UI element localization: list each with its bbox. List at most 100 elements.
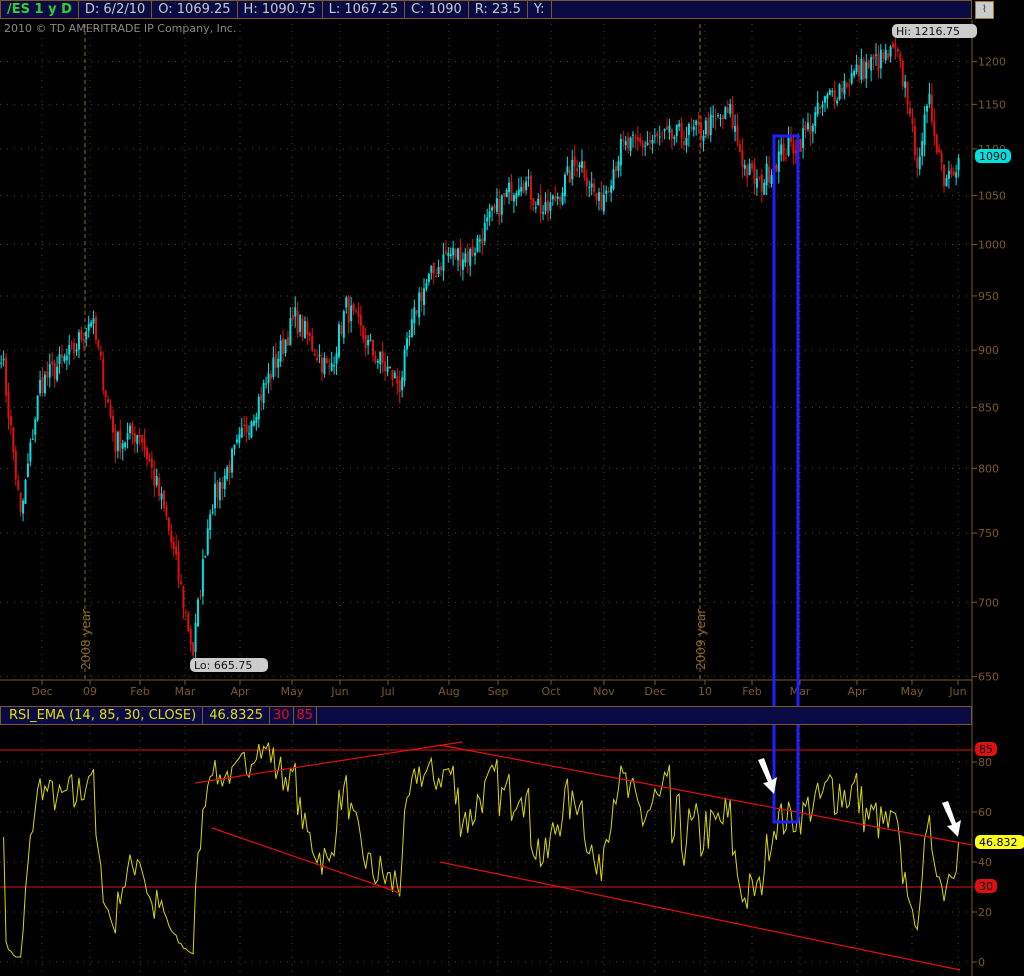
candle-body <box>97 340 100 348</box>
x-tick-label: Jul <box>380 685 394 698</box>
candle-body <box>296 310 299 334</box>
candle-body <box>260 394 263 401</box>
candle-body <box>712 115 715 117</box>
rsi-y-tick-label: 80 <box>978 756 992 769</box>
candle-body <box>819 106 822 110</box>
candle-body <box>588 187 591 189</box>
candle-body <box>933 120 936 136</box>
candle-body <box>896 49 899 52</box>
candle-body <box>554 196 557 201</box>
candle-body <box>770 175 773 184</box>
candle-body <box>629 137 632 152</box>
candle-body <box>197 599 200 627</box>
candle-body <box>432 262 435 274</box>
candle-body <box>29 442 32 462</box>
candle-body <box>233 444 236 449</box>
candle-body <box>228 464 231 473</box>
candle-body <box>299 314 302 332</box>
candle-body <box>527 176 530 179</box>
candle-body <box>930 95 933 122</box>
candle-body <box>267 373 270 384</box>
candle-body <box>133 433 136 443</box>
candle-body <box>644 145 647 147</box>
x-tick-label: Nov <box>593 685 615 698</box>
candle-body <box>872 55 875 60</box>
candle-body <box>865 61 868 79</box>
candle-body <box>563 174 566 197</box>
rsi-y-tick-label: 0 <box>978 956 985 969</box>
candle-body <box>337 324 340 358</box>
candle-body <box>821 104 824 108</box>
candle-body <box>211 511 214 513</box>
candle-body <box>656 133 659 137</box>
candle-body <box>678 123 681 127</box>
candle-body <box>906 81 909 105</box>
candle-body <box>753 165 756 184</box>
rsi-y-tick-label: 40 <box>978 856 992 869</box>
candle-body <box>68 345 71 355</box>
candle-body <box>673 136 676 139</box>
candle-body <box>262 382 265 404</box>
candle-body <box>184 611 187 613</box>
candle-body <box>622 139 625 142</box>
candle-body <box>141 435 144 443</box>
candle-body <box>457 248 460 261</box>
candle-body <box>610 185 613 193</box>
candle-body <box>379 351 382 365</box>
candle-body <box>811 125 814 132</box>
x-tick-label: 09 <box>83 685 97 698</box>
candle-body <box>627 137 630 149</box>
x-tick-label: 10 <box>698 685 712 698</box>
rsi-value: 46.8325 <box>203 707 270 724</box>
candle-body <box>600 191 603 210</box>
x-tick-label: Apr <box>847 685 867 698</box>
candle-body <box>34 419 37 435</box>
candle-body <box>240 427 243 438</box>
candle-body <box>277 358 280 368</box>
candle-body <box>48 363 51 378</box>
candle-body <box>955 172 958 178</box>
candle-body <box>870 57 873 71</box>
candle-body <box>175 546 178 555</box>
candle-body <box>371 339 374 356</box>
candle-body <box>826 94 829 99</box>
candle-body <box>221 482 224 489</box>
candle-body <box>218 481 221 501</box>
candle-body <box>649 140 652 143</box>
candle-body <box>661 133 664 135</box>
candle-body <box>427 274 430 282</box>
candle-body <box>702 135 705 142</box>
candle-body <box>668 125 671 133</box>
candle-body <box>284 339 287 354</box>
candle-body <box>862 60 865 80</box>
candle-body <box>2 359 5 361</box>
candle-body <box>680 123 683 139</box>
rsi-trendline <box>194 741 463 784</box>
candle-body <box>525 181 528 191</box>
candle-body <box>918 156 921 170</box>
candle-body <box>823 96 826 103</box>
y-tick-label: 1000 <box>978 239 1006 252</box>
candle-body <box>109 404 112 417</box>
rsi-trendline <box>439 744 973 846</box>
candle-body <box>583 161 586 179</box>
candle-body <box>459 246 462 267</box>
candle-body <box>423 288 426 306</box>
candle-body <box>751 162 754 169</box>
candle-body <box>85 331 88 340</box>
candle-body <box>639 137 642 143</box>
candle-body <box>928 93 931 105</box>
candle-body <box>894 43 897 48</box>
candle-body <box>454 249 457 259</box>
candle-body <box>51 361 54 365</box>
candle-body <box>799 139 802 152</box>
candle-body <box>607 190 610 192</box>
candle-body <box>602 194 605 212</box>
rsi-y-tick-label: 60 <box>978 806 992 819</box>
candle-body <box>231 448 234 473</box>
candle-body <box>544 202 547 211</box>
candle-body <box>721 114 724 119</box>
candle-body <box>26 463 29 477</box>
candle-body <box>194 622 197 652</box>
candle-body <box>102 359 105 391</box>
